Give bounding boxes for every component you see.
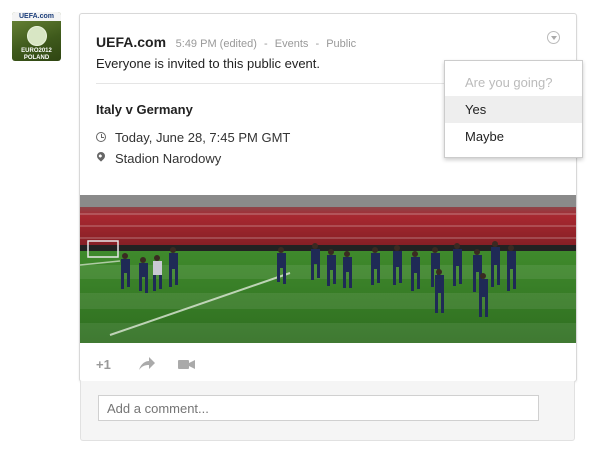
post-timestamp[interactable]: 5:49 PM (edited) bbox=[176, 38, 257, 50]
divider bbox=[96, 83, 478, 84]
post-header: UEFA.com 5:49 PM (edited) - Events - Pub… bbox=[96, 34, 356, 50]
meta-separator: - bbox=[315, 38, 320, 50]
event-photo[interactable] bbox=[80, 195, 576, 343]
rsvp-dropdown-menu: Are you going? Yes Maybe bbox=[444, 60, 583, 158]
map-pin-icon bbox=[95, 150, 107, 162]
plus-one-button[interactable]: +1 bbox=[96, 357, 111, 372]
rsvp-menu-header: Are you going? bbox=[465, 75, 553, 90]
avatar[interactable]: UEFA.com EURO2012 POLAND UKRAINE bbox=[12, 12, 61, 61]
avatar-brand-text: UEFA.com bbox=[12, 12, 61, 21]
meta-separator: - bbox=[264, 38, 268, 50]
post-meta: 5:49 PM (edited) - Events - Public bbox=[176, 38, 357, 50]
hangout-video-icon[interactable] bbox=[178, 357, 196, 371]
event-datetime: Today, June 28, 7:45 PM GMT bbox=[115, 130, 291, 145]
comment-area bbox=[80, 381, 575, 441]
share-icon[interactable] bbox=[138, 357, 156, 371]
rsvp-maybe-option[interactable]: Maybe bbox=[445, 123, 582, 150]
post-category-link[interactable]: Events bbox=[275, 38, 309, 50]
post-body: Everyone is invited to this public event… bbox=[96, 56, 321, 71]
event-title[interactable]: Italy v Germany bbox=[96, 102, 193, 117]
euro2012-logo-icon bbox=[27, 26, 47, 46]
comment-input[interactable] bbox=[98, 395, 539, 421]
avatar-logo-text: EURO2012 POLAND UKRAINE bbox=[21, 48, 52, 61]
clock-icon bbox=[96, 132, 106, 142]
stadium-training-photo bbox=[80, 195, 576, 343]
post-author[interactable]: UEFA.com bbox=[96, 34, 166, 50]
post-options-chevron-icon[interactable] bbox=[547, 31, 560, 44]
event-location[interactable]: Stadion Narodowy bbox=[115, 151, 221, 166]
post-visibility-link[interactable]: Public bbox=[326, 38, 356, 50]
rsvp-yes-option[interactable]: Yes bbox=[445, 96, 582, 123]
